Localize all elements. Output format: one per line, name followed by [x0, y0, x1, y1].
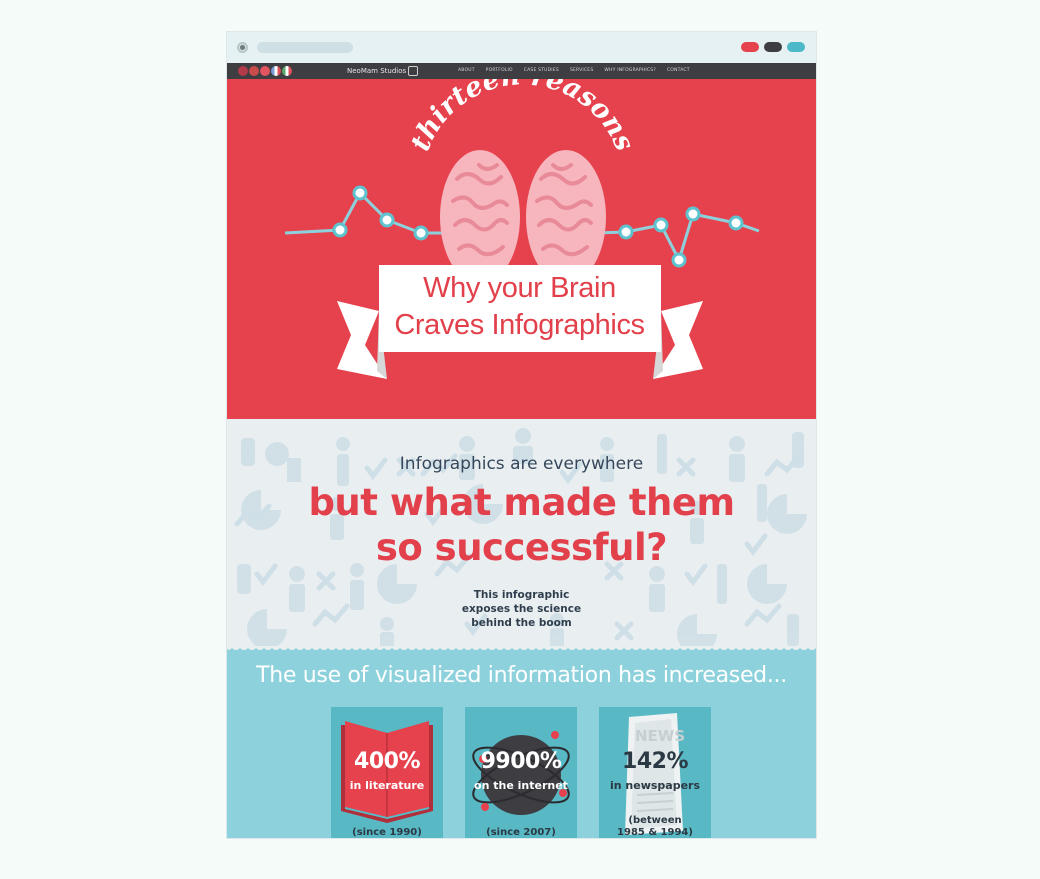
site-navigation: NeoMam Studios ABOUT PORTFOLIO CASE STUD… [227, 63, 816, 79]
nav-link-portfolio[interactable]: PORTFOLIO [486, 65, 513, 77]
nav-link-about[interactable]: ABOUT [458, 65, 475, 77]
nav-link-case-studies[interactable]: CASE STUDIES [524, 65, 559, 77]
close-window-button[interactable] [741, 42, 759, 52]
brand-mark-icon [408, 66, 419, 76]
subtext-line-3: behind the boom [471, 617, 572, 629]
arc-title-text: thirteen reasons [405, 79, 640, 155]
subtext-line-1: This infographic [473, 589, 570, 601]
hero-section: thirteen reasons Why your Brain Craves I… [227, 79, 816, 424]
stat-value-internet: 9900% [480, 749, 562, 774]
stat-card-literature: 400% in literature (since 1990) [331, 707, 443, 838]
stat-value-literature: 400% [354, 749, 420, 774]
stats-section: The use of visualized information has in… [227, 646, 816, 838]
since-newspapers-line-1: (between [628, 815, 682, 826]
hero-illustration: thirteen reasons [227, 79, 816, 424]
browser-chrome [227, 32, 816, 63]
stat-card-newspapers: NEWS 142% in newspapers (between 1985 & … [599, 707, 711, 838]
subtext-line-2: exposes the science [461, 603, 582, 615]
banner-line-2: Craves Infographics [394, 309, 645, 341]
stats-heading: The use of visualized information has in… [256, 663, 787, 688]
stat-label-newspapers: in newspapers [609, 779, 701, 792]
france-flag-icon[interactable] [271, 66, 281, 76]
stat-label-literature: in literature [349, 779, 425, 792]
stat-card-internet: 9900% on the internet (since 2007) [465, 707, 577, 838]
headline-line-1: but what made them [308, 481, 735, 524]
scallop-divider [227, 646, 816, 650]
back-button-icon[interactable] [237, 42, 248, 53]
arc-title: thirteen reasons [405, 79, 640, 155]
intro-section: Infographics are everywhere but what mad… [227, 424, 816, 646]
minimize-window-button[interactable] [764, 42, 782, 52]
intro-headline: but what made them so successful? [227, 480, 816, 570]
germany-flag-icon[interactable] [249, 66, 259, 76]
since-newspapers-line-2: 1985 & 1994) [617, 827, 693, 838]
nav-link-why-infographics[interactable]: WHY INFOGRAPHICS? [604, 65, 656, 77]
poland-flag-icon[interactable] [260, 66, 270, 76]
italy-flag-icon[interactable] [282, 66, 292, 76]
nav-link-services[interactable]: SERVICES [570, 65, 593, 77]
brand-logo-link[interactable]: NeoMam Studios [347, 65, 419, 77]
maximize-window-button[interactable] [787, 42, 805, 52]
uk-flag-icon[interactable] [238, 66, 248, 76]
language-flags [238, 66, 292, 76]
nav-link-contact[interactable]: CONTACT [667, 65, 690, 77]
banner-title: Why your Brain Craves Infographics [387, 270, 652, 344]
since-internet-line: (since 2007) [486, 827, 556, 838]
since-literature-line: (since 1990) [352, 827, 422, 838]
newspaper-masthead: NEWS [635, 727, 685, 745]
headline-line-2: so successful? [375, 526, 668, 569]
banner-line-1: Why your Brain [423, 272, 616, 304]
network-line-left-icon [284, 190, 451, 235]
stat-since-internet: (since 2007) [465, 827, 577, 838]
brand-name: NeoMam Studios [347, 67, 407, 75]
browser-window: NeoMam Studios ABOUT PORTFOLIO CASE STUD… [227, 32, 816, 838]
intro-line: Infographics are everywhere [399, 454, 644, 474]
address-bar[interactable] [257, 42, 353, 53]
nav-links: ABOUT PORTFOLIO CASE STUDIES SERVICES WH… [458, 65, 690, 77]
stat-value-newspapers: 142% [622, 749, 688, 774]
stat-since-literature: (since 1990) [331, 827, 443, 838]
intro-subtext: This infographic exposes the science beh… [227, 588, 816, 630]
stat-since-newspapers: (between 1985 & 1994) [599, 815, 711, 838]
stat-label-internet: on the internet [474, 779, 568, 792]
